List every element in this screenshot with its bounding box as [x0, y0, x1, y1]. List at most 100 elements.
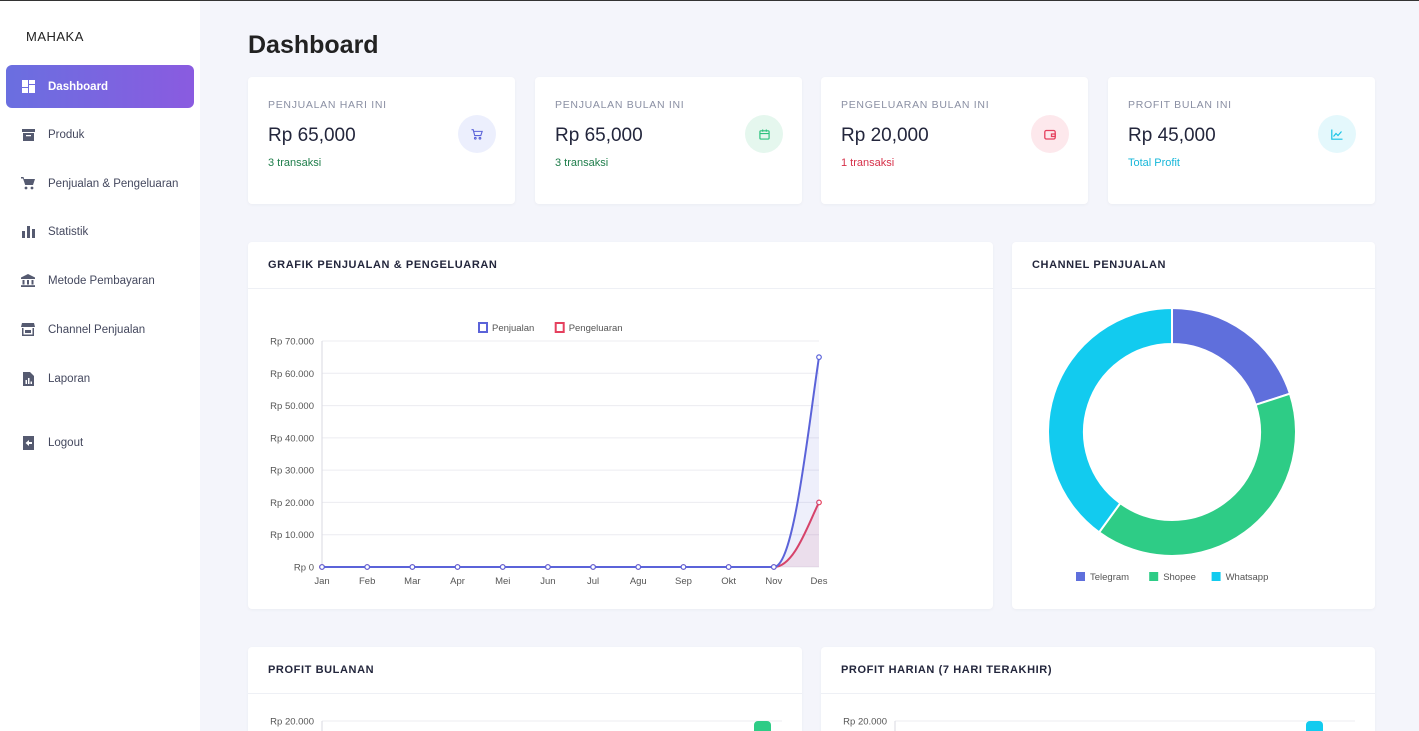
- sidebar-item-statistik[interactable]: Statistik: [6, 210, 194, 253]
- stat-label: PENGELUARAN BULAN INI: [841, 99, 990, 111]
- sidebar-item-produk[interactable]: Produk: [6, 113, 194, 156]
- y-tick-label: Rp 10.000: [270, 530, 314, 541]
- x-tick-label: Okt: [721, 576, 736, 587]
- bar-chart-icon: [21, 225, 35, 239]
- sidebar-item-label: Penjualan & Pengeluaran: [48, 177, 179, 190]
- stat-card-penjualan-hari-ini: PENJUALAN HARI INI Rp 65,000 3 transaksi: [248, 77, 515, 204]
- store-icon: [21, 323, 35, 337]
- data-point: [409, 564, 416, 570]
- cart-icon: [458, 115, 496, 153]
- sidebar-item-label: Logout: [48, 436, 84, 449]
- x-tick-label: Jun: [540, 576, 555, 587]
- slice-telegram: [1171, 306, 1292, 407]
- legend-label: Shopee: [1163, 572, 1196, 583]
- y-tick-label: Rp 20.000: [270, 498, 314, 509]
- stat-sub: 1 transaksi: [841, 157, 895, 169]
- y-tick-label: Rp 70.000: [270, 337, 314, 348]
- y-tick-label: Rp 20.000: [843, 717, 887, 728]
- x-tick-label: Des: [811, 576, 828, 587]
- sidebar-item-label: Metode Pembayaran: [48, 274, 155, 287]
- y-tick-label: Rp 30.000: [270, 466, 314, 477]
- legend-label: Pengeluaran: [569, 323, 623, 334]
- calendar-icon: [745, 115, 783, 153]
- profit-monthly-chart: Rp 20.000: [270, 717, 782, 731]
- sales-expense-line-chart: Rp 0 Rp 10.000 Rp 20.000 Rp 30.000 Rp 40.000…: [270, 322, 828, 587]
- sidebar-item-channel-penjualan[interactable]: Channel Penjualan: [6, 308, 194, 351]
- x-tick-label: Apr: [450, 576, 465, 587]
- wallet-icon: [1031, 115, 1069, 153]
- stat-value: Rp 65,000: [268, 125, 356, 146]
- legend-label: Telegram: [1090, 572, 1129, 583]
- sidebar-item-laporan[interactable]: Laporan: [6, 357, 194, 400]
- sidebar-item-label: Produk: [48, 128, 85, 141]
- y-tick-label: Rp 60.000: [270, 369, 314, 380]
- x-tick-label: Nov: [765, 576, 782, 587]
- data-point: [590, 564, 596, 570]
- cart-icon: [21, 177, 35, 191]
- sidebar-item-penjualan-pengeluaran[interactable]: Penjualan & Pengeluaran: [6, 162, 194, 205]
- slice-whatsapp: [1047, 306, 1173, 534]
- stat-card-profit-bulan-ini: PROFIT BULAN INI Rp 45,000 Total Profit: [1108, 77, 1375, 204]
- channel-chart-panel: CHANNEL PENJUALAN Telegram Shopee Whatsapp: [1012, 242, 1375, 609]
- sidebar-item-logout[interactable]: Logout: [6, 421, 194, 464]
- x-tick-label: Mar: [404, 576, 420, 587]
- x-tick-label: Mei: [495, 576, 510, 587]
- sales-expense-chart-panel: GRAFIK PENJUALAN & PENGELUARAN Rp 0 Rp 10…: [248, 242, 993, 609]
- x-tick-label: Jul: [587, 576, 599, 587]
- stat-sub: Total Profit: [1128, 157, 1180, 169]
- legend-swatch: [1211, 572, 1221, 581]
- legend-label: Whatsapp: [1226, 572, 1269, 583]
- page-title: Dashboard: [248, 31, 379, 59]
- dashboard-icon: [21, 80, 35, 94]
- data-point: [454, 564, 461, 570]
- data-point: [364, 564, 371, 570]
- profit-bar: [754, 721, 771, 731]
- data-point: [499, 564, 506, 570]
- y-tick-label: Rp 50.000: [270, 401, 314, 412]
- sidebar-item-label: Dashboard: [48, 80, 109, 93]
- channel-donut-chart: Telegram Shopee Whatsapp: [1047, 306, 1297, 583]
- y-tick-label: Rp 40.000: [270, 433, 314, 444]
- sidebar: MAHAKA Dashboard Produk Penjualan & Peng…: [0, 1, 200, 731]
- trend-chart-icon: [1318, 115, 1356, 153]
- data-point: [725, 564, 732, 570]
- sidebar-item-dashboard[interactable]: Dashboard: [6, 65, 194, 108]
- sidebar-item-metode-pembayaran[interactable]: Metode Pembayaran: [6, 259, 194, 302]
- y-tick-label: Rp 20.000: [270, 717, 314, 728]
- stat-card-pengeluaran-bulan-ini: PENGELUARAN BULAN INI Rp 20,000 1 transa…: [821, 77, 1088, 204]
- slice-shopee: [1097, 392, 1297, 557]
- archive-box-icon: [21, 128, 35, 142]
- sidebar-item-label: Laporan: [48, 372, 91, 385]
- bank-icon: [21, 274, 35, 288]
- series-area-penjualan: [322, 357, 819, 567]
- legend-swatch: [554, 322, 565, 333]
- sidebar-item-label: Statistik: [48, 225, 89, 238]
- legend-swatch: [478, 322, 488, 333]
- logout-icon: [21, 435, 35, 450]
- sidebar-item-label: Channel Penjualan: [48, 323, 146, 336]
- data-point: [816, 354, 822, 361]
- data-point: [680, 564, 687, 570]
- series-line-penjualan: [322, 356, 820, 568]
- x-tick-label: Sep: [675, 576, 692, 587]
- legend-swatch: [1076, 572, 1085, 581]
- legend-swatch: [1149, 572, 1159, 581]
- profit-daily-panel: PROFIT HARIAN (7 HARI TERAKHIR) Rp 20.00…: [821, 647, 1375, 731]
- stat-value: Rp 20,000: [841, 125, 929, 146]
- stat-card-penjualan-bulan-ini: PENJUALAN BULAN INI Rp 65,000 3 transaks…: [535, 77, 802, 204]
- profit-bar: [1306, 721, 1323, 731]
- stat-label: PROFIT BULAN INI: [1128, 99, 1232, 111]
- data-point: [319, 564, 325, 570]
- stat-value: Rp 45,000: [1128, 125, 1216, 146]
- brand-name: MAHAKA: [26, 29, 84, 44]
- data-point: [635, 564, 642, 570]
- stat-value: Rp 65,000: [555, 125, 643, 146]
- y-tick-label: Rp 0: [294, 563, 314, 574]
- x-tick-label: Jan: [314, 576, 329, 587]
- stat-sub: 3 transaksi: [268, 157, 322, 169]
- report-file-icon: [21, 371, 35, 386]
- data-point: [545, 564, 551, 570]
- stat-label: PENJUALAN BULAN INI: [555, 99, 685, 111]
- profit-daily-chart: Rp 20.000: [843, 717, 1355, 731]
- x-tick-label: Feb: [359, 576, 375, 587]
